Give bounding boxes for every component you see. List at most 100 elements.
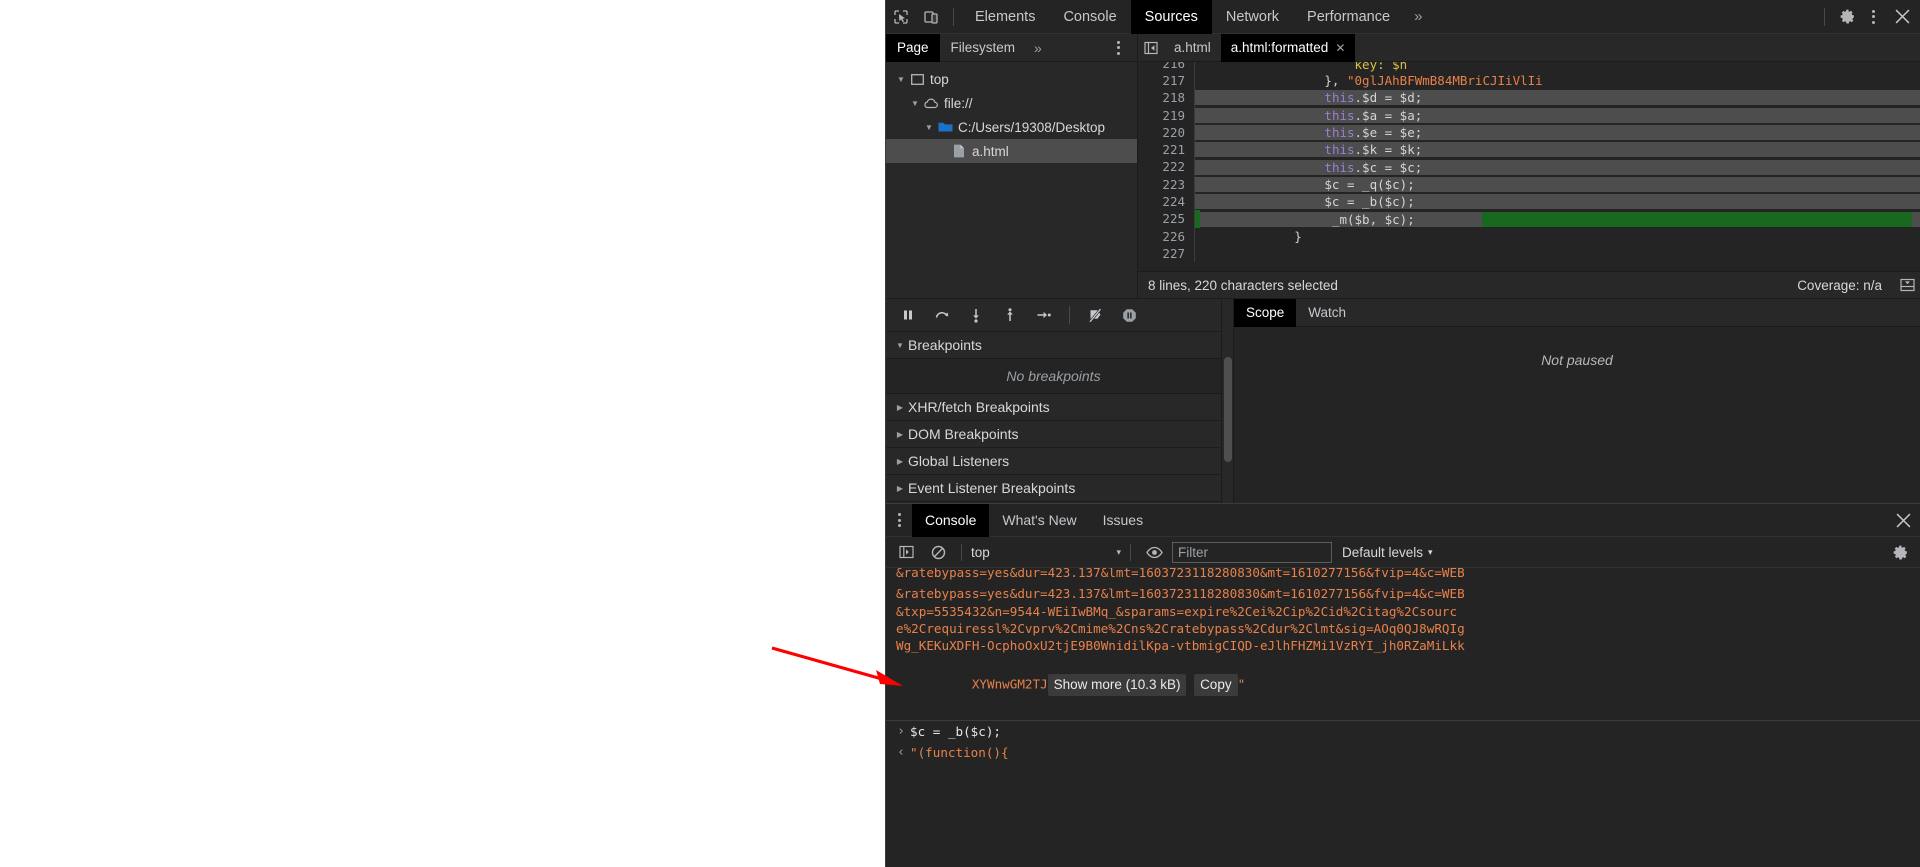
deactivate-breakpoints-button[interactable] [1079, 300, 1111, 330]
copy-button[interactable]: Copy [1194, 674, 1238, 697]
code-line-216[interactable]: 216 key: $n [1138, 62, 1920, 72]
step-button[interactable] [1028, 300, 1060, 330]
code-text-224[interactable]: $c = _b($c); [1195, 194, 1920, 210]
console-sidebar-icon[interactable] [892, 539, 920, 565]
tree-node-top[interactable]: ▼ top [886, 67, 1137, 91]
line-number-226[interactable]: 226 [1138, 227, 1195, 245]
code-line-220[interactable]: 220 this.$e = $e; [1138, 123, 1920, 142]
line-number-222[interactable]: 222 [1138, 158, 1195, 176]
tree-node-file-scheme[interactable]: ▼ file:// [886, 91, 1137, 115]
chevron-right-icon[interactable]: ▶ [892, 457, 908, 466]
line-number-216[interactable]: 216 [1138, 62, 1195, 72]
show-drawer-icon[interactable] [1894, 278, 1920, 292]
code-line-223[interactable]: 223 $c = _q($c); [1138, 175, 1920, 194]
tab-scope[interactable]: Scope [1234, 298, 1297, 327]
code-text-223[interactable]: $c = _q($c); [1195, 176, 1920, 192]
step-out-button[interactable] [994, 300, 1026, 330]
navigator-kebab-menu-icon[interactable] [1107, 34, 1129, 62]
code-line-218[interactable]: 218 this.$d = $d; [1138, 89, 1920, 107]
console-prompt-text[interactable]: $c = _b($c); [910, 721, 1001, 742]
chevron-down-icon[interactable]: ▾ [1428, 547, 1433, 558]
close-icon[interactable] [1886, 513, 1920, 528]
device-toolbar-icon[interactable] [916, 3, 946, 31]
drawer-tab-whats-new[interactable]: What's New [989, 504, 1089, 537]
line-number-224[interactable]: 224 [1138, 193, 1195, 211]
breakpoint-marker[interactable] [1195, 210, 1200, 228]
code-text-221[interactable]: this.$k = $k; [1195, 142, 1920, 158]
code-text-226[interactable]: } [1195, 229, 1920, 244]
code-line-222[interactable]: 222 this.$c = $c; [1138, 158, 1920, 176]
editor-tab-a-html[interactable]: a.html [1164, 34, 1221, 62]
close-icon[interactable]: ✕ [1335, 41, 1345, 55]
drawer-kebab-menu-icon[interactable] [886, 504, 912, 537]
tree-node-folder[interactable]: ▼ C:/Users/19308/Desktop [886, 115, 1137, 139]
pause-on-exceptions-button[interactable] [1113, 300, 1145, 330]
inspect-cursor-icon[interactable] [886, 3, 916, 31]
console-filter-input[interactable] [1172, 541, 1332, 563]
line-number-219[interactable]: 219 [1138, 106, 1195, 124]
debugger-scrollbar[interactable] [1222, 299, 1234, 503]
chevron-down-icon[interactable]: ▼ [908, 99, 922, 108]
navigate-back-icon[interactable] [1138, 34, 1164, 62]
chevron-right-icon[interactable]: ▶ [892, 403, 908, 412]
line-number-227[interactable]: 227 [1138, 244, 1195, 263]
clear-console-icon[interactable] [924, 539, 952, 565]
nav-more-button[interactable]: » [1026, 40, 1048, 56]
code-viewport[interactable]: 216 key: $n 217 }, "0glJAhBFWmB84MBriCJIi… [1138, 62, 1920, 271]
code-text-216[interactable]: key: $n [1195, 62, 1920, 72]
tab-console[interactable]: Console [1049, 0, 1130, 34]
line-number-223[interactable]: 223 [1138, 175, 1195, 194]
code-line-219[interactable]: 219 this.$a = $a; [1138, 106, 1920, 124]
pause-resume-button[interactable] [892, 300, 924, 330]
tab-network[interactable]: Network [1212, 0, 1293, 34]
tree-node-file-a-html[interactable]: a.html [886, 139, 1137, 163]
section-breakpoints[interactable]: ▼ Breakpoints [886, 332, 1221, 359]
step-into-button[interactable] [960, 300, 992, 330]
line-number-218[interactable]: 218 [1138, 89, 1195, 107]
drawer-tab-console[interactable]: Console [912, 503, 990, 537]
chevron-down-icon[interactable]: ▼ [894, 75, 908, 84]
code-line-224[interactable]: 224 $c = _b($c); [1138, 193, 1920, 211]
nav-tab-page[interactable]: Page [886, 33, 940, 62]
editor-tab-a-html-formatted[interactable]: a.html:formatted ✕ [1220, 33, 1356, 62]
code-text-219[interactable]: this.$a = $a; [1195, 107, 1920, 123]
code-line-217[interactable]: 217 }, "0glJAhBFWmB84MBriCJIiVlIi [1138, 72, 1920, 90]
tab-sources[interactable]: Sources [1130, 0, 1212, 34]
chevron-right-icon[interactable]: ▶ [892, 484, 908, 493]
code-text-222[interactable]: this.$c = $c; [1195, 159, 1920, 175]
tab-watch[interactable]: Watch [1296, 299, 1358, 327]
more-tabs-button[interactable]: » [1404, 8, 1430, 25]
section-xhr-fetch-breakpoints[interactable]: ▶ XHR/fetch Breakpoints [886, 394, 1221, 421]
gear-icon[interactable] [1832, 3, 1862, 31]
section-event-listener-breakpoints[interactable]: ▶ Event Listener Breakpoints [886, 475, 1221, 502]
console-context-selector[interactable]: top ▾ [971, 541, 1121, 563]
code-line-227[interactable]: 227 [1138, 244, 1920, 263]
line-number-225[interactable]: 225 [1138, 210, 1195, 228]
code-text-217[interactable]: }, "0glJAhBFWmB84MBriCJIiVlIi [1195, 73, 1920, 88]
code-text-220[interactable]: this.$e = $e; [1195, 125, 1920, 141]
console-log-levels-selector[interactable]: Default levels ▾ [1336, 545, 1439, 560]
chevron-down-icon[interactable]: ▼ [922, 123, 936, 132]
debugger-scrollbar-thumb[interactable] [1224, 357, 1232, 462]
show-more-button[interactable]: Show more (10.3 kB) [1047, 674, 1187, 697]
live-expression-icon[interactable] [1140, 539, 1168, 565]
kebab-menu-icon[interactable] [1862, 3, 1884, 31]
chevron-right-icon[interactable]: ▶ [892, 430, 908, 439]
console-prompt-row[interactable]: › $c = _b($c); [886, 721, 1920, 742]
line-number-221[interactable]: 221 [1138, 141, 1195, 159]
code-line-221[interactable]: 221 this.$k = $k; [1138, 141, 1920, 159]
section-global-listeners[interactable]: ▶ Global Listeners [886, 448, 1221, 475]
console-output[interactable]: &ratebypass=yes&dur=423.137&lmt=16037231… [886, 568, 1920, 867]
step-over-button[interactable] [926, 300, 958, 330]
code-text-218[interactable]: this.$d = $d; [1195, 90, 1920, 106]
gear-icon[interactable] [1886, 539, 1914, 565]
drawer-tab-issues[interactable]: Issues [1090, 504, 1156, 537]
nav-tab-filesystem[interactable]: Filesystem [940, 34, 1027, 62]
code-text-225[interactable]: _m($b, $c); [1195, 211, 1920, 227]
close-icon[interactable] [1884, 3, 1920, 31]
section-dom-breakpoints[interactable]: ▶ DOM Breakpoints [886, 421, 1221, 448]
line-number-217[interactable]: 217 [1138, 72, 1195, 90]
tab-elements[interactable]: Elements [961, 0, 1049, 34]
chevron-down-icon[interactable]: ▼ [892, 341, 908, 350]
chevron-down-icon[interactable]: ▾ [1116, 547, 1121, 558]
